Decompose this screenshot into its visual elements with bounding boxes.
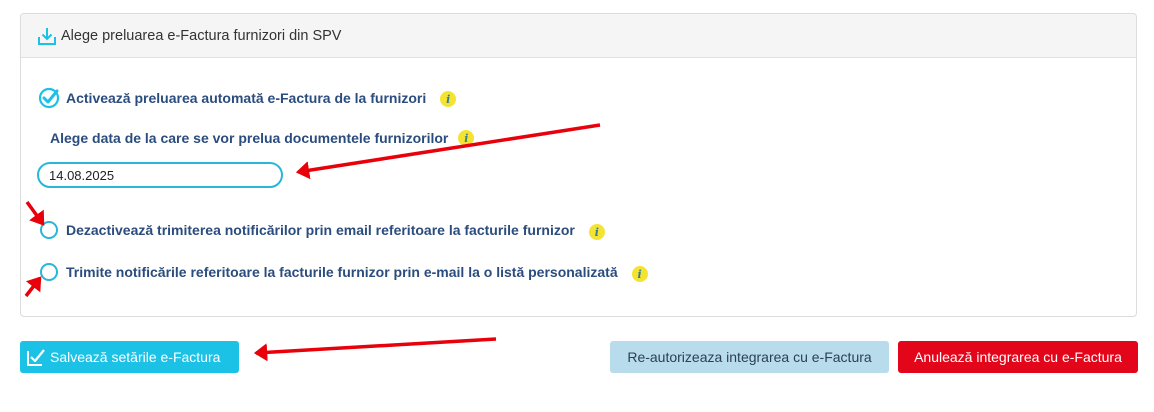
- date-label-row: Alege data de la care se vor prelua docu…: [50, 130, 475, 146]
- custom-list-label: Trimite notificările referitoare la fact…: [66, 264, 618, 280]
- save-button-label: Salvează setările e-Factura: [50, 349, 221, 365]
- panel-title: Alege preluarea e-Factura furnizori din …: [61, 27, 342, 44]
- check-circle-icon[interactable]: [38, 87, 60, 109]
- cancel-button-label: Anulează integrarea cu e-Factura: [914, 349, 1122, 365]
- radio-custom-list[interactable]: [40, 263, 58, 281]
- auto-fetch-label: Activează preluarea automată e-Factura d…: [66, 90, 427, 106]
- reauthorize-button[interactable]: Re-autorizeaza integrarea cu e-Factura: [610, 341, 889, 373]
- disable-notifications-label: Dezactivează trimiterea notificărilor pr…: [66, 222, 575, 238]
- arrow-to-save-button: [253, 337, 497, 362]
- disable-notifications-option[interactable]: Dezactivează trimiterea notificărilor pr…: [40, 220, 605, 240]
- info-icon[interactable]: i: [588, 224, 605, 240]
- date-input[interactable]: [37, 162, 283, 188]
- cancel-integration-button[interactable]: Anulează integrarea cu e-Factura: [898, 341, 1138, 373]
- info-icon[interactable]: i: [631, 266, 648, 282]
- info-icon[interactable]: i: [440, 91, 457, 107]
- custom-list-option[interactable]: Trimite notificările referitoare la fact…: [40, 262, 648, 282]
- reauthorize-button-label: Re-autorizeaza integrarea cu e-Factura: [627, 349, 872, 365]
- check-square-icon: [26, 347, 46, 367]
- info-icon[interactable]: i: [458, 130, 475, 146]
- download-icon: [37, 26, 57, 46]
- auto-fetch-option[interactable]: Activează preluarea automată e-Factura d…: [38, 87, 457, 109]
- date-label: Alege data de la care se vor prelua docu…: [50, 130, 449, 146]
- radio-disable-notifications[interactable]: [40, 221, 58, 239]
- panel-header: Alege preluarea e-Factura furnizori din …: [21, 14, 1136, 58]
- save-button[interactable]: Salvează setările e-Factura: [20, 341, 239, 373]
